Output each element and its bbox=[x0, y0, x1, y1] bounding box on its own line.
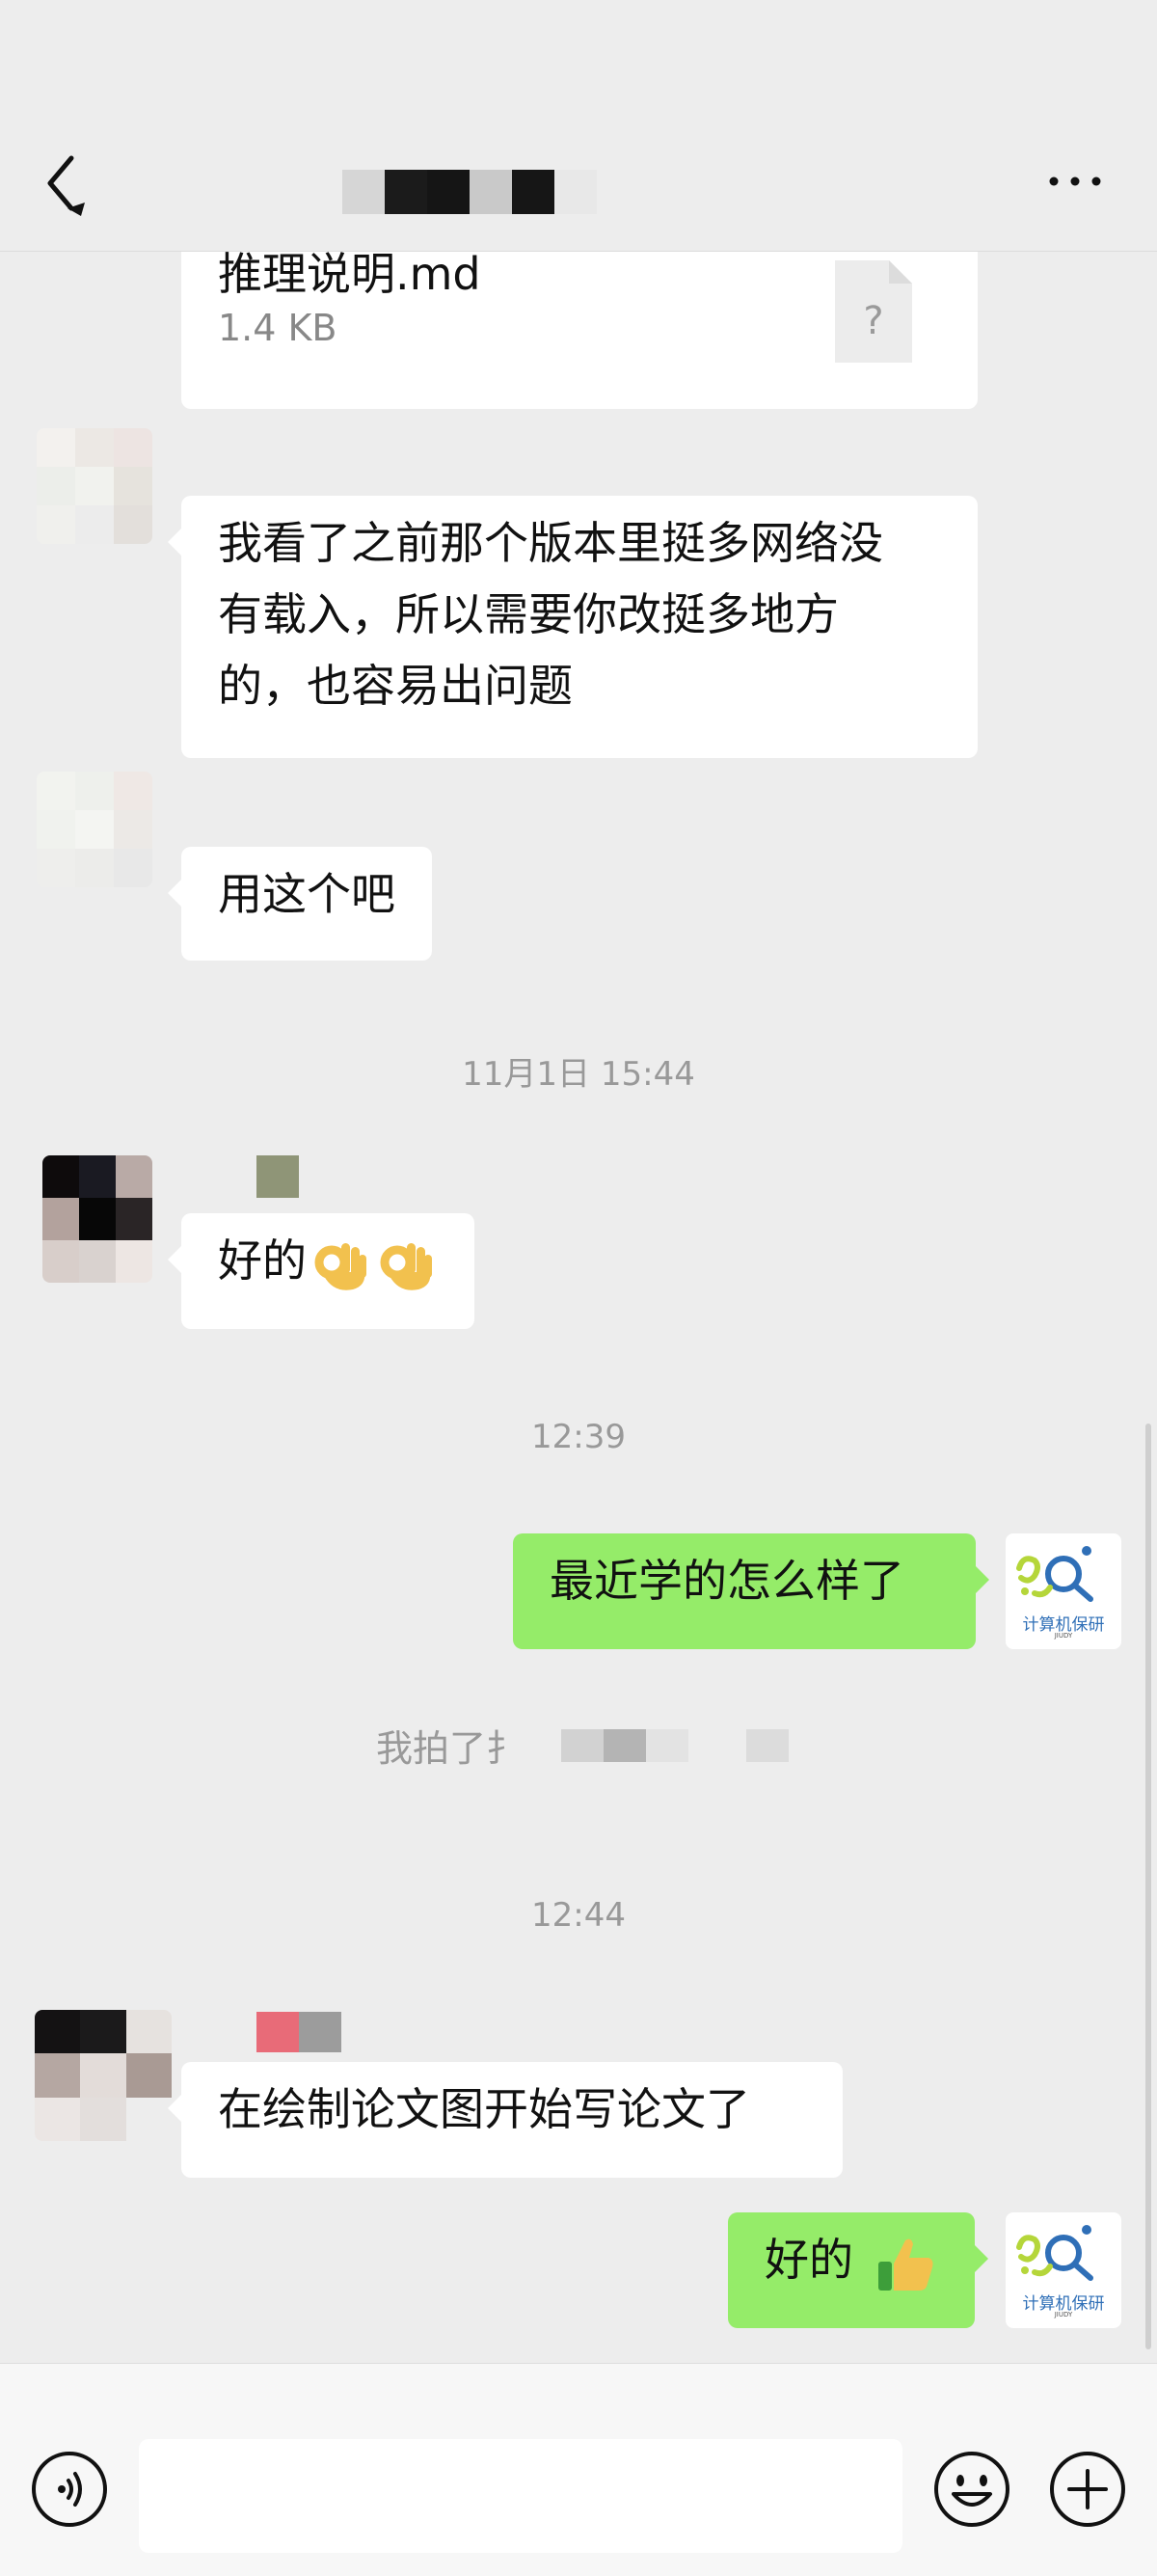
sender-name-redacted bbox=[256, 2012, 341, 2052]
back-button[interactable] bbox=[42, 152, 100, 218]
unknown-file-icon: ? bbox=[835, 260, 912, 363]
more-options-button[interactable] bbox=[1046, 162, 1104, 201]
timestamp: 11月1日 15:44 bbox=[462, 1055, 695, 1094]
emoji-icon bbox=[934, 2452, 1009, 2527]
ok-hand-icon bbox=[314, 1242, 366, 1290]
plus-icon bbox=[1050, 2452, 1125, 2527]
system-message: 我拍了扌 bbox=[376, 1719, 790, 1772]
svg-text:?: ? bbox=[863, 299, 883, 343]
message-text: 好的 bbox=[218, 1234, 307, 1287]
system-message-text: 我拍了扌 bbox=[376, 1727, 524, 1770]
more-dots-icon bbox=[1049, 176, 1101, 186]
message-bubble[interactable]: 我看了之前那个版本里挺多网络没 有载入，所以需要你改挺多地方 的，也容易出问题 bbox=[168, 496, 978, 758]
message-text: 最近学的怎么样了 bbox=[550, 1555, 904, 1607]
voice-button[interactable] bbox=[30, 2450, 109, 2529]
contact-avatar[interactable] bbox=[37, 428, 152, 544]
message-bubble-self[interactable]: 好的 bbox=[728, 2212, 988, 2328]
chat-header bbox=[0, 0, 1157, 252]
system-message-redacted bbox=[561, 1728, 790, 1762]
message-bubble[interactable]: 好的 bbox=[168, 1213, 474, 1329]
thumbs-up-icon bbox=[878, 2238, 933, 2291]
emoji-button[interactable] bbox=[932, 2450, 1011, 2529]
logo-sublabel: JIUDY bbox=[1054, 2311, 1073, 2318]
message-bubble[interactable]: 用这个吧 bbox=[168, 847, 432, 961]
contact-avatar[interactable] bbox=[42, 1155, 152, 1283]
brand-logo-icon bbox=[1016, 1546, 1093, 1602]
self-avatar[interactable]: 计算机保研 JIUDY bbox=[1006, 2212, 1121, 2328]
chevron-left-icon bbox=[47, 155, 85, 216]
message-text: 我看了之前那个版本里挺多网络没 bbox=[218, 517, 883, 569]
timestamp: 12:44 bbox=[531, 1896, 626, 1935]
message-bubble-self[interactable]: 最近学的怎么样了 bbox=[513, 1533, 989, 1649]
logo-sublabel: JIUDY bbox=[1054, 1632, 1073, 1640]
message-text: 在绘制论文图开始写论文了 bbox=[218, 2083, 750, 2135]
ok-hand-icon bbox=[380, 1242, 432, 1290]
more-functions-button[interactable] bbox=[1048, 2450, 1127, 2529]
brand-logo-icon bbox=[1016, 2225, 1093, 2281]
contact-avatar[interactable] bbox=[35, 2010, 172, 2141]
voice-icon bbox=[32, 2452, 107, 2527]
message-text: 的，也容易出问题 bbox=[218, 660, 573, 712]
message-text: 用这个吧 bbox=[218, 868, 395, 920]
chat-title-redacted bbox=[342, 170, 597, 214]
message-input[interactable] bbox=[139, 2439, 902, 2553]
scrollbar[interactable] bbox=[1145, 1424, 1151, 2349]
sender-name-redacted bbox=[256, 1155, 299, 1198]
message-text: 有载入，所以需要你改挺多地方 bbox=[218, 588, 839, 640]
message-text: 好的 bbox=[765, 2234, 853, 2286]
message-bubble[interactable]: 在绘制论文图开始写论文了 bbox=[168, 2062, 843, 2178]
file-message[interactable]: 推理说明.md 1.4 KB ? bbox=[181, 231, 978, 409]
contact-avatar[interactable] bbox=[37, 772, 152, 887]
input-bar bbox=[0, 2363, 1157, 2576]
self-avatar[interactable]: 计算机保研 JIUDY bbox=[1006, 1533, 1121, 1649]
timestamp: 12:39 bbox=[531, 1418, 626, 1456]
file-size: 1.4 KB bbox=[218, 307, 337, 349]
